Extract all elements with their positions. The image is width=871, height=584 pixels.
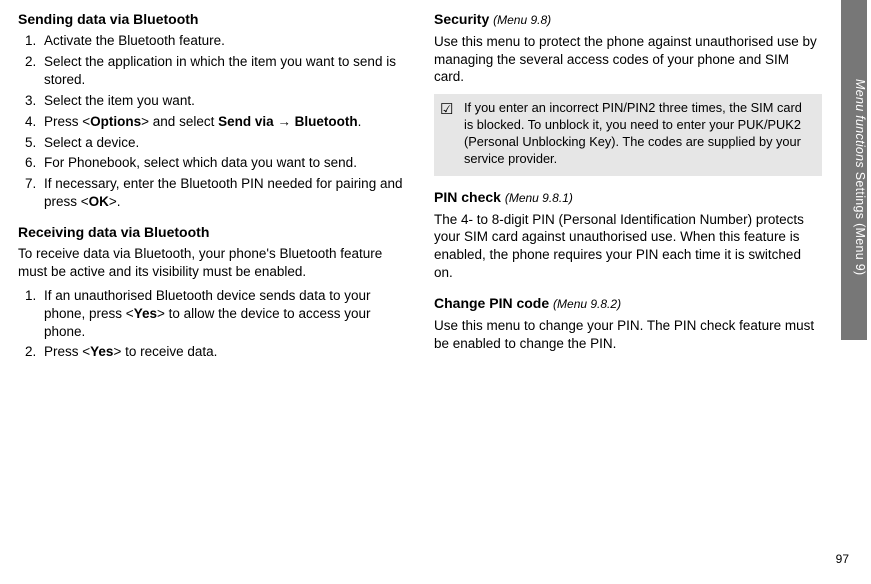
receiving-steps: If an unauthorised Bluetooth device send… xyxy=(18,287,406,361)
list-item: Activate the Bluetooth feature. xyxy=(40,32,406,50)
check-icon: ☑ xyxy=(440,102,458,168)
heading-sending: Sending data via Bluetooth xyxy=(18,10,406,28)
heading-pin-check: PIN check (Menu 9.8.1) xyxy=(434,188,822,207)
right-column: Security (Menu 9.8) Use this menu to pro… xyxy=(434,8,822,365)
heading-receiving: Receiving data via Bluetooth xyxy=(18,223,406,241)
columns: Sending data via Bluetooth Activate the … xyxy=(0,0,871,365)
side-tab: Menu functions Settings (Menu 9) xyxy=(841,0,867,340)
note-box: ☑ If you enter an incorrect PIN/PIN2 thr… xyxy=(434,94,822,176)
list-item: Press <Yes> to receive data. xyxy=(40,343,406,361)
heading-security: Security (Menu 9.8) xyxy=(434,10,822,29)
menu-ref: (Menu 9.8) xyxy=(493,13,551,27)
page-number: 97 xyxy=(836,552,849,566)
list-item: If an unauthorised Bluetooth device send… xyxy=(40,287,406,340)
page: Sending data via Bluetooth Activate the … xyxy=(0,0,871,584)
list-item: For Phonebook, select which data you wan… xyxy=(40,154,406,172)
heading-change-pin: Change PIN code (Menu 9.8.2) xyxy=(434,294,822,313)
list-item: Select a device. xyxy=(40,134,406,152)
side-tab-italic: Menu functions xyxy=(853,79,867,168)
list-item: Select the item you want. xyxy=(40,92,406,110)
heading-text: Security xyxy=(434,11,489,27)
paragraph: The 4- to 8-digit PIN (Personal Identifi… xyxy=(434,211,822,282)
list-item: If necessary, enter the Bluetooth PIN ne… xyxy=(40,175,406,211)
heading-text: PIN check xyxy=(434,189,501,205)
sending-steps: Activate the Bluetooth feature. Select t… xyxy=(18,32,406,210)
side-tab-rest: Settings (Menu 9) xyxy=(853,168,867,276)
heading-text: Change PIN code xyxy=(434,295,549,311)
left-column: Sending data via Bluetooth Activate the … xyxy=(18,8,406,365)
menu-ref: (Menu 9.8.1) xyxy=(505,191,573,205)
menu-ref: (Menu 9.8.2) xyxy=(553,297,621,311)
list-item: Press <Options> and select Send via → Bl… xyxy=(40,113,406,131)
paragraph: To receive data via Bluetooth, your phon… xyxy=(18,245,406,281)
paragraph: Use this menu to protect the phone again… xyxy=(434,33,822,86)
note-body: If you enter an incorrect PIN/PIN2 three… xyxy=(464,100,814,168)
paragraph: Use this menu to change your PIN. The PI… xyxy=(434,317,822,353)
list-item: Select the application in which the item… xyxy=(40,53,406,89)
